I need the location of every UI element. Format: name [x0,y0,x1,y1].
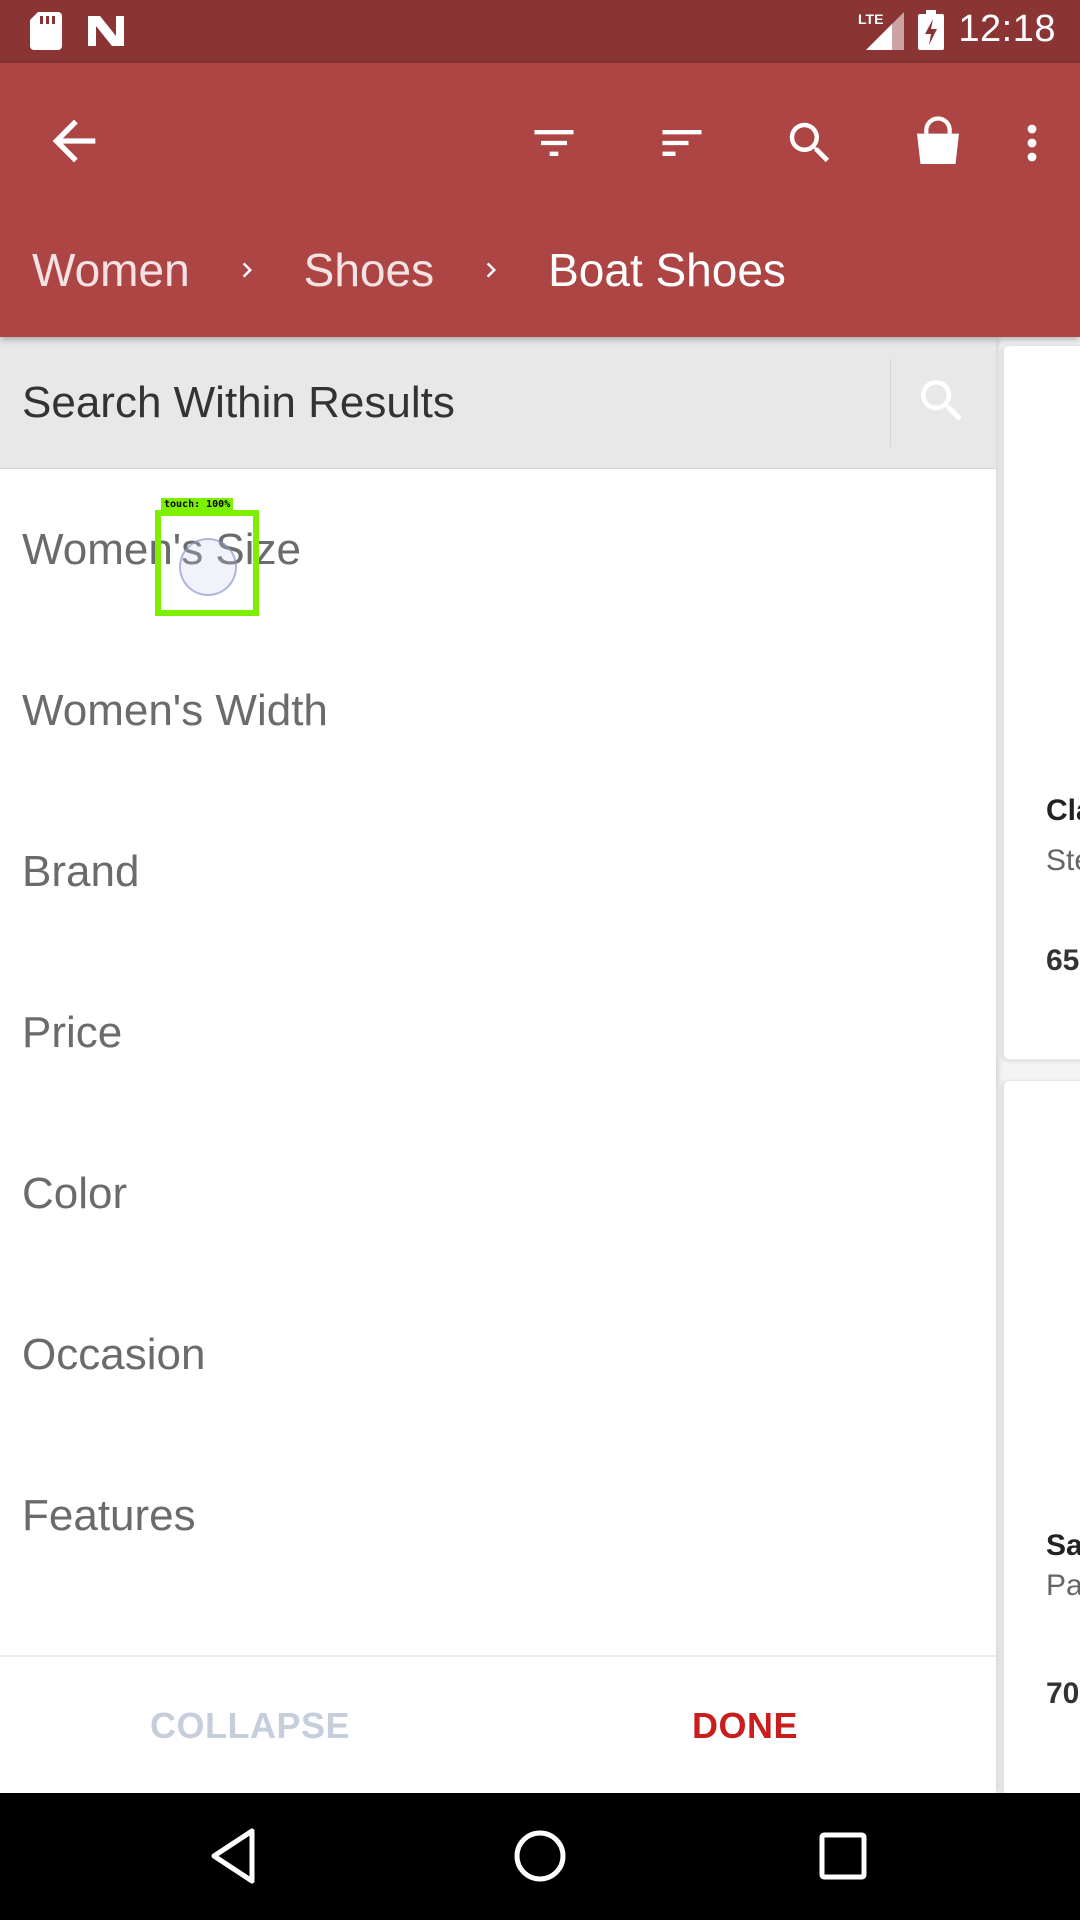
touch-indicator: touch: 100% [155,498,259,616]
search-within-results [0,337,996,469]
done-button[interactable]: DONE [500,1657,990,1795]
chevron-right-icon [476,252,506,288]
collapse-button[interactable]: COLLAPSE [0,1657,500,1795]
search-icon[interactable] [746,103,874,183]
nav-recents-icon[interactable] [808,1821,878,1891]
nav-home-icon[interactable] [505,1821,575,1891]
chevron-right-icon [232,252,262,288]
filter-list: Women's Size Women's Width Brand Price C… [0,469,996,1596]
breadcrumb-shoes[interactable]: Shoes [304,243,434,297]
breadcrumb: Women Shoes Boat Shoes [32,243,786,297]
product-card[interactable]: Sa Pa 70 [1003,1080,1080,1810]
search-icon[interactable] [914,373,974,433]
product-name: Cla [1046,794,1080,827]
sort-icon[interactable] [618,103,746,183]
filter-panel: Women's Size Women's Width Brand Price C… [0,337,996,1793]
product-name: Sa [1046,1529,1080,1562]
filter-features[interactable]: Features [0,1435,996,1596]
filter-icon[interactable] [490,103,618,183]
battery-charging-icon [918,9,945,50]
nav-back-icon[interactable] [200,1821,270,1891]
clock: 12:18 [958,8,1056,50]
breadcrumb-boat-shoes: Boat Shoes [548,244,786,296]
product-card[interactable]: Cla Ste 65 [1003,345,1080,1060]
product-brand: Pa [1046,1569,1080,1602]
more-vert-icon[interactable] [1002,103,1062,183]
status-bar: LTE 12:18 [0,0,1080,63]
touch-label: touch: 100% [161,498,234,511]
search-input[interactable] [22,371,862,435]
filter-brand[interactable]: Brand [0,791,996,952]
product-price: 70 [1046,1677,1080,1710]
filter-color[interactable]: Color [0,1113,996,1274]
filter-occasion[interactable]: Occasion [0,1274,996,1435]
signal-icon: LTE [858,10,905,50]
divider [890,359,891,447]
touch-ripple [179,538,237,596]
app-bar: Women Shoes Boat Shoes [0,63,1080,337]
product-price: 65 [1046,944,1080,977]
filter-womens-width[interactable]: Women's Width [0,630,996,791]
filter-womens-size[interactable]: Women's Size [0,469,996,630]
sd-card-icon [30,12,62,50]
shopping-bag-icon[interactable] [874,103,1002,183]
n-notification-icon [86,14,126,48]
filter-actions: COLLAPSE DONE [0,1655,996,1793]
back-arrow-icon[interactable] [42,109,106,173]
network-label: LTE [858,11,883,27]
filter-price[interactable]: Price [0,952,996,1113]
navigation-bar [0,1793,1080,1920]
breadcrumb-women[interactable]: Women [32,243,190,297]
product-brand: Ste [1046,844,1080,877]
